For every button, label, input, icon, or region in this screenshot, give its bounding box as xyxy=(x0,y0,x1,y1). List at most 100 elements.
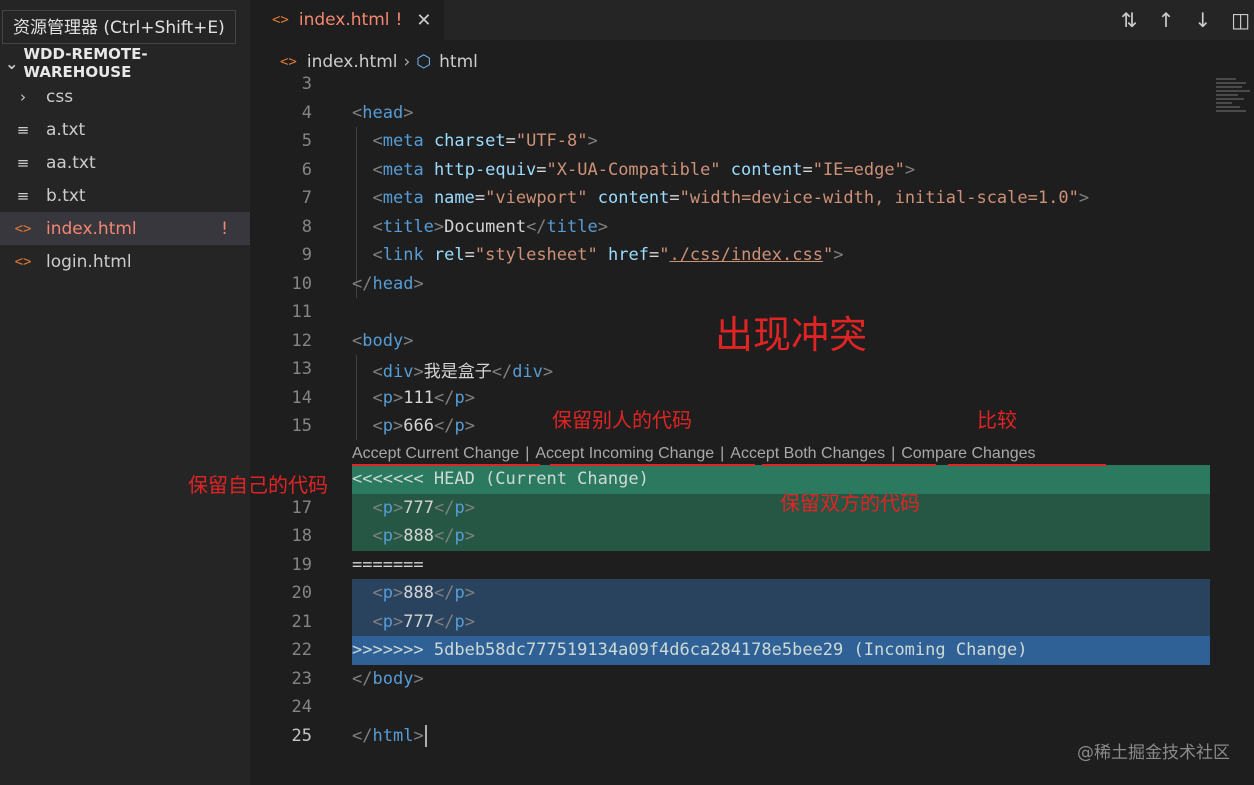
line-number: 4 xyxy=(301,103,312,124)
code-content: <link rel="stylesheet" href="./css/index… xyxy=(372,245,844,266)
line-number: 12 xyxy=(291,331,312,352)
tree-item-label: index.html xyxy=(46,218,137,239)
annotation-conflict: 出现冲突 xyxy=(715,313,868,357)
tree-file-login-html[interactable]: <> login.html xyxy=(0,245,250,278)
code-content: <div>我是盒子</div> xyxy=(372,361,554,382)
tree-item-label: aa.txt xyxy=(46,152,96,173)
code-content: <p>666</p> xyxy=(372,416,475,437)
line-number: 5 xyxy=(301,131,312,152)
tab-bar: <> index.html ! ✕ ⇅ ↑ ↓ ◫ xyxy=(250,0,1254,40)
code-content: </html> xyxy=(352,724,427,747)
line-number: 10 xyxy=(291,274,312,295)
watermark: @稀土掘金技术社区 xyxy=(1077,743,1230,763)
annotation-underline xyxy=(352,464,540,466)
code-content: <p>888</p> xyxy=(372,583,475,604)
line-number: 8 xyxy=(301,217,312,238)
codelens-separator: | xyxy=(720,445,725,462)
code-line: 20 <p>888</p> xyxy=(250,579,1210,608)
tree-item-label: a.txt xyxy=(46,119,86,140)
codelens-separator: | xyxy=(525,445,530,462)
code-content: <body> xyxy=(352,331,414,352)
breadcrumb-symbol[interactable]: html xyxy=(439,52,478,72)
code-line: 13 <div>我是盒子</div> xyxy=(250,355,1210,384)
line-number: 25 xyxy=(291,725,312,746)
chevron-down-icon: ⌄ xyxy=(5,53,19,73)
code-editor[interactable]: 3 4 <head> 5 <meta charset="UTF-8"> 6 <m… xyxy=(250,74,1254,785)
code-line: 21 <p>777</p> xyxy=(250,608,1210,637)
code-line: 19 ======= xyxy=(250,551,1210,580)
incoming-change-marker: >>>>>>> 5dbeb58dc777519134a09f4d6ca28417… xyxy=(352,640,1028,661)
tree-file-aa-txt[interactable]: ≡ aa.txt xyxy=(0,146,250,179)
text-file-icon: ≡ xyxy=(16,153,30,172)
breadcrumb-file[interactable]: index.html xyxy=(307,52,398,72)
arrow-down-icon[interactable]: ↓ xyxy=(1194,8,1211,32)
line-number: 21 xyxy=(291,611,312,632)
line-number: 6 xyxy=(301,160,312,181)
code-line: 18 <p>888</p> xyxy=(250,522,1210,551)
annotation-underline xyxy=(948,464,1106,466)
split-editor-icon[interactable]: ◫ xyxy=(1231,8,1250,32)
arrow-up-icon[interactable]: ↑ xyxy=(1158,8,1175,32)
file-tree: › css ≡ a.txt ≡ aa.txt ≡ b.txt <> index.… xyxy=(0,80,250,278)
explorer-section-header[interactable]: ⌄ WDD-REMOTE-WAREHOUSE xyxy=(0,45,250,81)
line-number: 23 xyxy=(291,668,312,689)
code-line: 23 </body> xyxy=(250,665,1210,694)
code-line: 3 xyxy=(250,70,1210,99)
tree-file-a-txt[interactable]: ≡ a.txt xyxy=(0,113,250,146)
code-content: <p>777</p> xyxy=(372,611,475,632)
line-number: 13 xyxy=(291,359,312,380)
code-line: 17 <p>777</p> xyxy=(250,494,1210,523)
compare-changes-button[interactable]: Compare Changes xyxy=(901,445,1035,463)
html-file-icon: <> xyxy=(272,12,289,28)
accept-incoming-change-button[interactable]: Accept Incoming Change xyxy=(535,445,714,463)
code-content: <p>111</p> xyxy=(372,388,475,409)
source-control-icon[interactable]: ⇅ xyxy=(1121,8,1138,32)
stylesheet-link[interactable]: ./css/index.css xyxy=(669,245,823,265)
line-number: 11 xyxy=(291,302,312,323)
tab-index-html[interactable]: <> index.html ! ✕ xyxy=(250,0,444,40)
code-line: 4 <head> xyxy=(250,99,1210,128)
workspace-title: WDD-REMOTE-WAREHOUSE xyxy=(23,45,148,81)
code-content: </head> xyxy=(352,274,424,295)
code-content: <meta http-equiv="X-UA-Compatible" conte… xyxy=(372,160,916,181)
merge-conflict-codelens: Accept Current Change | Accept Incoming … xyxy=(352,442,1036,466)
line-number: 7 xyxy=(301,188,312,209)
code-line: 7 <meta name="viewport" content="width=d… xyxy=(250,184,1210,213)
code-line: 8 <title>Document</title> xyxy=(250,213,1210,242)
close-icon[interactable]: ✕ xyxy=(416,10,431,31)
code-content: <p>777</p> xyxy=(372,497,475,518)
code-line: <<<<<<< HEAD (Current Change) xyxy=(250,465,1210,494)
line-number: 24 xyxy=(291,697,312,718)
annotation-underline xyxy=(762,464,936,466)
chevron-right-icon: › xyxy=(403,52,411,72)
text-file-icon: ≡ xyxy=(16,120,30,139)
minimap[interactable] xyxy=(1216,78,1252,128)
conflict-badge: ! xyxy=(221,218,228,239)
accept-both-changes-button[interactable]: Accept Both Changes xyxy=(730,445,885,463)
line-number: 19 xyxy=(291,554,312,575)
accept-current-change-button[interactable]: Accept Current Change xyxy=(352,445,519,463)
annotation-compare: 比较 xyxy=(977,408,1017,432)
tree-folder-css[interactable]: › css xyxy=(0,80,250,113)
code-content: <meta charset="UTF-8"> xyxy=(372,131,598,152)
tab-label: index.html xyxy=(298,10,390,30)
code-line: 15 <p>666</p> xyxy=(250,412,1210,441)
code-line: 6 <meta http-equiv="X-UA-Compatible" con… xyxy=(250,156,1210,185)
code-content: <title>Document</title> xyxy=(372,217,608,238)
code-content: </body> xyxy=(352,668,424,689)
editor-actions: ⇅ ↑ ↓ ◫ xyxy=(1121,0,1250,40)
tree-item-label: login.html xyxy=(46,251,132,272)
html-file-icon: <> xyxy=(14,253,32,270)
html-file-icon: <> xyxy=(14,220,32,237)
line-number: 3 xyxy=(301,74,312,95)
symbol-cube-icon: ⬡ xyxy=(416,52,432,72)
codelens-separator: | xyxy=(891,445,896,462)
tree-file-b-txt[interactable]: ≡ b.txt xyxy=(0,179,250,212)
code-line: 25 </html> xyxy=(250,722,1210,751)
tree-file-index-html[interactable]: <> index.html ! xyxy=(0,212,250,245)
explorer-sidebar: 资源管理器 (Ctrl+Shift+E) ⌄ WDD-REMOTE-WAREHO… xyxy=(0,0,250,785)
code-content: <meta name="viewport" content="width=dev… xyxy=(372,188,1090,209)
line-number: 18 xyxy=(291,526,312,547)
code-content: <p>888</p> xyxy=(372,526,475,547)
tab-conflict-badge: ! xyxy=(395,10,403,30)
